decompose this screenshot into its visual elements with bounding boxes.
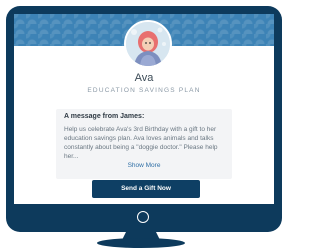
message-body: Help us celebrate Ava's 3rd Birthday wit… <box>64 126 218 160</box>
monitor-bezel <box>6 204 282 232</box>
monitor-base <box>97 238 185 248</box>
plan-label: EDUCATION SAVINGS PLAN <box>87 87 201 94</box>
profile-name: Ava <box>134 72 154 84</box>
avatar <box>124 20 172 68</box>
show-more-link[interactable]: Show More <box>56 162 232 169</box>
message-card: A message from James: Help us celebrate … <box>56 109 232 179</box>
screen: Ava EDUCATION SAVINGS PLAN A message fro… <box>14 14 274 204</box>
power-button-icon <box>137 211 149 223</box>
child-photo-icon <box>126 22 170 66</box>
monitor-frame: Ava EDUCATION SAVINGS PLAN A message fro… <box>6 6 282 232</box>
message-title: A message from James: <box>64 113 145 120</box>
send-gift-button[interactable]: Send a Gift Now <box>92 180 200 198</box>
